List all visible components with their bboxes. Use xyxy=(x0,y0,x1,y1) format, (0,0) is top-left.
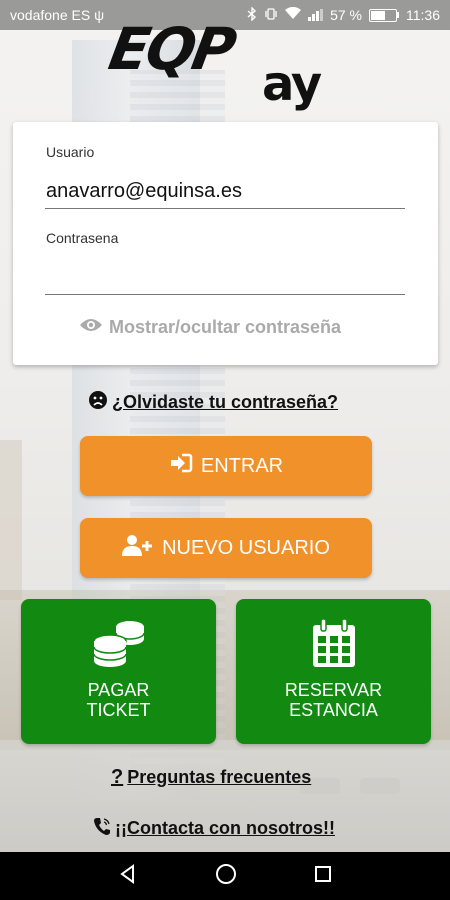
reserve-stay-button[interactable]: RESERVAR ESTANCIA xyxy=(236,599,431,744)
enter-label: ENTRAR xyxy=(200,454,284,477)
sign-in-icon xyxy=(169,453,193,479)
logo-text-suffix: ay xyxy=(262,56,322,112)
username-input[interactable]: anavarro@equinsa.es xyxy=(46,180,242,203)
login-card: Usuario anavarro@equinsa.es Contrasena M… xyxy=(13,122,438,365)
recents-icon[interactable] xyxy=(314,865,332,888)
username-underline xyxy=(45,208,405,209)
pay-ticket-button[interactable]: PAGAR TICKET xyxy=(21,599,216,744)
contact-label: ¡¡Contacta con nosotros!! xyxy=(115,818,335,838)
coins-icon xyxy=(92,617,146,674)
usb-icon: ψ xyxy=(94,7,105,23)
password-underline xyxy=(45,294,405,295)
reserve-stay-label-line2: ESTANCIA xyxy=(289,700,378,720)
toggle-password-label: Mostrar/ocultar contraseña xyxy=(109,317,342,337)
system-nav-bar xyxy=(0,852,450,900)
logo-text-main: EQP xyxy=(104,15,239,83)
app-logo: EQP ay xyxy=(104,15,350,112)
user-plus-icon xyxy=(122,534,154,562)
eye-icon xyxy=(79,317,103,338)
faq-link[interactable]: ? Preguntas frecuentes xyxy=(111,766,311,789)
phone-icon xyxy=(93,816,111,841)
password-label: Contrasena xyxy=(46,230,119,246)
pay-ticket-label-line2: TICKET xyxy=(86,700,151,720)
forgot-password-link[interactable]: ¿Olvidaste tu contraseña? xyxy=(88,390,338,415)
building-left xyxy=(0,440,22,600)
car xyxy=(360,778,400,794)
reserve-stay-label-line1: RESERVAR xyxy=(284,680,383,700)
new-user-button[interactable]: NUEVO USUARIO xyxy=(80,518,372,578)
forgot-password-label: ¿Olvidaste tu contraseña? xyxy=(112,392,339,412)
home-icon[interactable] xyxy=(215,863,237,890)
question-icon: ? xyxy=(111,766,124,788)
pay-ticket-label-line1: PAGAR xyxy=(87,680,150,700)
sad-face-icon xyxy=(88,390,108,415)
back-icon[interactable] xyxy=(118,863,138,889)
new-user-label: NUEVO USUARIO xyxy=(162,536,330,559)
calendar-icon xyxy=(311,617,357,674)
battery-icon xyxy=(369,8,399,22)
faq-label: Preguntas frecuentes xyxy=(127,767,312,787)
toggle-password-button[interactable]: Mostrar/ocultar contraseña xyxy=(79,317,341,338)
clock: 11:36 xyxy=(406,7,440,23)
contact-link[interactable]: ¡¡Contacta con nosotros!! xyxy=(93,816,335,841)
enter-button[interactable]: ENTRAR xyxy=(80,436,372,496)
username-label: Usuario xyxy=(46,144,95,160)
